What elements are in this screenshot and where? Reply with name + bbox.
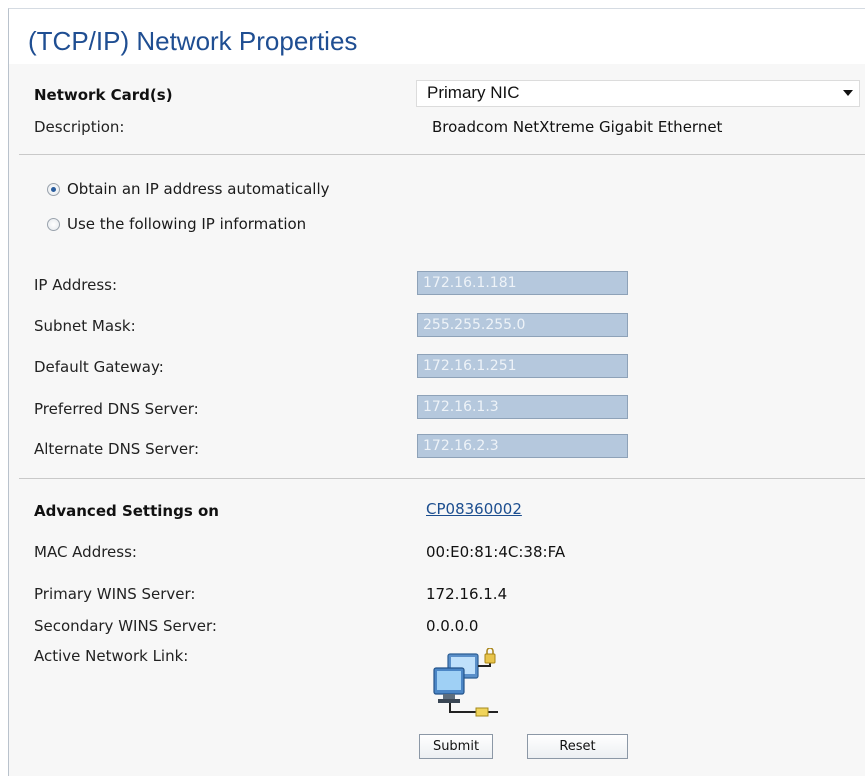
default-gateway-label: Default Gateway: (34, 358, 164, 376)
network-card-selected: Primary NIC (427, 83, 520, 102)
ip-address-input[interactable]: 172.16.1.181 (417, 271, 628, 295)
radio-auto-label: Obtain an IP address automatically (67, 180, 330, 198)
alternate-dns-input[interactable]: 172.16.2.3 (417, 434, 628, 458)
radio-manual-label: Use the following IP information (67, 215, 307, 233)
preferred-dns-input[interactable]: 172.16.1.3 (417, 395, 628, 419)
advanced-settings-label: Advanced Settings on (34, 502, 219, 520)
mac-address-value: 00:E0:81:4C:38:FA (426, 543, 566, 561)
chevron-down-icon[interactable] (843, 90, 853, 96)
radio-obtain-auto[interactable]: Obtain an IP address automatically (47, 180, 330, 198)
secondary-wins-value: 0.0.0.0 (426, 617, 479, 635)
default-gateway-input[interactable]: 172.16.1.251 (417, 354, 628, 378)
primary-wins-value: 172.16.1.4 (426, 585, 508, 603)
radio-use-following[interactable]: Use the following IP information (47, 215, 306, 233)
radio-button-checked[interactable] (47, 182, 60, 196)
description-label: Description: (34, 118, 125, 136)
network-card-select[interactable]: Primary NIC (416, 80, 860, 107)
host-link[interactable]: CP08360002 (426, 500, 522, 518)
radio-button-unchecked[interactable] (47, 217, 60, 231)
network-card-label: Network Card(s) (34, 86, 173, 104)
page-title: (TCP/IP) Network Properties (28, 26, 358, 56)
primary-wins-label: Primary WINS Server: (34, 585, 196, 603)
mac-address-label: MAC Address: (34, 543, 137, 561)
secondary-wins-label: Secondary WINS Server: (34, 617, 217, 635)
subnet-mask-input[interactable]: 255.255.255.0 (417, 313, 628, 337)
divider (19, 478, 865, 479)
reset-button[interactable]: Reset (527, 734, 628, 759)
network-connected-icon (433, 648, 498, 717)
alternate-dns-label: Alternate DNS Server: (34, 440, 200, 458)
subnet-mask-label: Subnet Mask: (34, 317, 136, 335)
active-network-link-label: Active Network Link: (34, 647, 189, 665)
description-value: Broadcom NetXtreme Gigabit Ethernet (432, 118, 723, 136)
divider (19, 154, 865, 155)
preferred-dns-label: Preferred DNS Server: (34, 400, 199, 418)
ip-address-label: IP Address: (34, 276, 118, 294)
submit-button[interactable]: Submit (419, 734, 493, 759)
title-bar: (TCP/IP) Network Properties (9, 9, 865, 64)
